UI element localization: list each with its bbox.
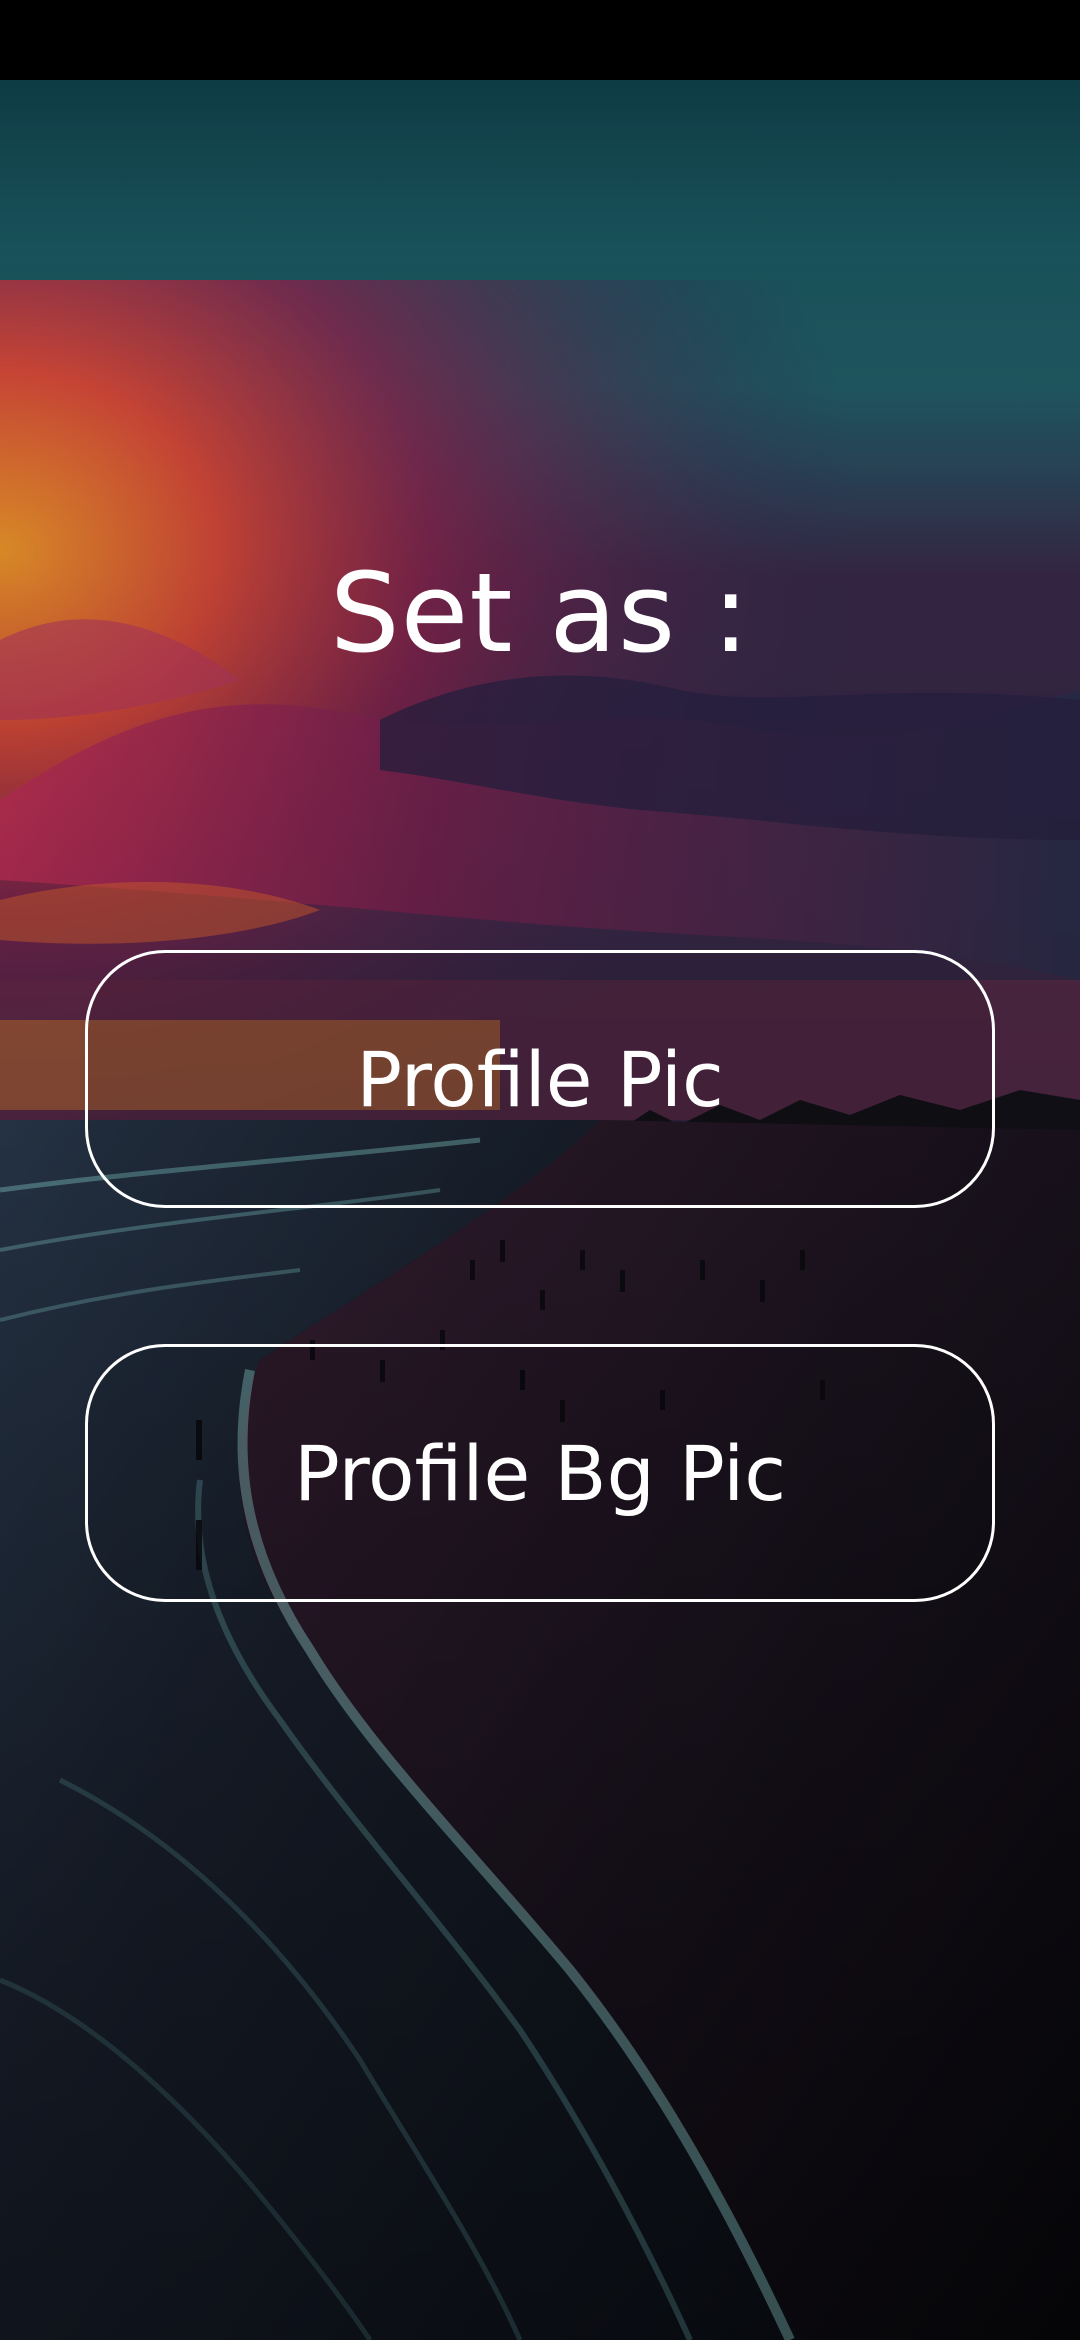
profile-pic-button[interactable]: Profile Pic: [85, 950, 995, 1208]
profile-bg-pic-button[interactable]: Profile Bg Pic: [85, 1344, 995, 1602]
dialog-title: Set as :: [329, 549, 751, 677]
profile-pic-button-label: Profile Pic: [356, 1034, 724, 1124]
status-bar: [0, 0, 1080, 80]
set-as-screen: Set as : Profile Pic Profile Bg Pic: [0, 0, 1080, 2340]
profile-bg-pic-button-label: Profile Bg Pic: [293, 1428, 787, 1518]
background-wallpaper: [0, 80, 1080, 2340]
